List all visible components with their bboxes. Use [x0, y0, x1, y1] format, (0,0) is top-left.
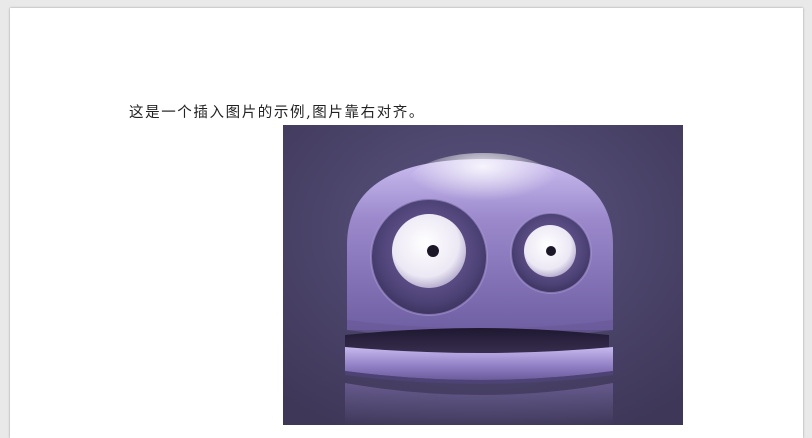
paragraph-text: 这是一个插入图片的示例,图片靠右对齐。: [129, 105, 426, 121]
robot-head-icon: [283, 125, 683, 425]
inserted-image[interactable]: [283, 125, 683, 425]
document-page: 这是一个插入图片的示例,图片靠右对齐。: [10, 8, 803, 438]
